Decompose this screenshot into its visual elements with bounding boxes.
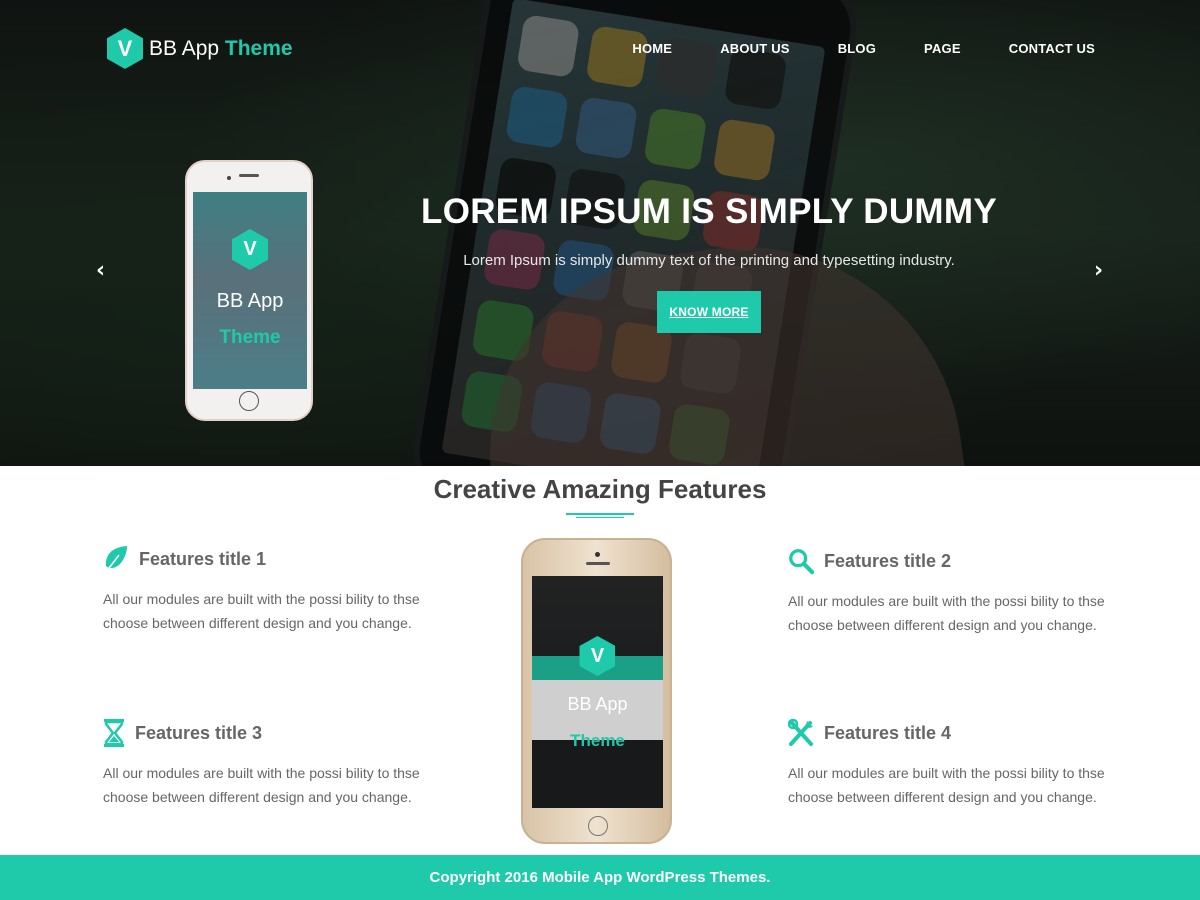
title-underline	[566, 513, 634, 515]
logo-text: BB App Theme	[149, 37, 293, 61]
chevron-right-icon[interactable]: ›	[1094, 258, 1103, 283]
hero-section: V BB App Theme HOME ABOUT US BLOG PAGE C…	[0, 0, 1200, 466]
logo-letter: V	[117, 35, 133, 61]
feature-description: All our modules are built with the possi…	[103, 591, 420, 631]
phone-camera	[595, 552, 600, 557]
phone-logo-letter: V	[243, 238, 257, 260]
features-section-title: Creative Amazing Features	[433, 474, 767, 504]
nav-home[interactable]: HOME	[632, 41, 672, 56]
phone-app-name: BB App	[567, 694, 628, 714]
phone-speaker	[239, 174, 259, 177]
feature-item-1: Features title 1 All our modules are bui…	[103, 544, 423, 635]
nav-contact-us[interactable]: CONTACT US	[1009, 41, 1095, 56]
footer: Copyright 2016 Mobile App WordPress Them…	[0, 855, 1200, 900]
chevron-left-icon[interactable]: ‹	[96, 258, 105, 283]
feature-item-3: Features title 3 All our modules are bui…	[103, 718, 423, 809]
hero-phone-screen: V BB App Theme	[193, 192, 307, 389]
features-phone-screen: V BB App Theme	[532, 576, 663, 808]
know-more-button[interactable]: KNOW MORE	[657, 291, 761, 333]
phone-home-button	[239, 391, 259, 411]
footer-copyright: Copyright 2016 Mobile App WordPress Them…	[429, 869, 771, 886]
hexagon-logo-icon: V	[579, 636, 616, 676]
features-phone-mockup: V BB App Theme	[521, 538, 672, 844]
phone-logo-letter: V	[590, 644, 605, 667]
phone-speaker	[586, 562, 610, 565]
main-nav: HOME ABOUT US BLOG PAGE CONTACT US	[584, 41, 1095, 56]
feature-title: Features title 3	[135, 722, 263, 743]
nav-about-us[interactable]: ABOUT US	[720, 41, 790, 56]
nav-blog[interactable]: BLOG	[838, 41, 876, 56]
logo-name: BB App	[149, 36, 220, 60]
phone-app-name: BB App	[216, 290, 284, 312]
feature-description: All our modules are built with the possi…	[788, 593, 1105, 633]
search-icon	[789, 549, 814, 575]
hero-content: LOREM IPSUM IS SIMPLY DUMMY Lorem Ipsum …	[400, 192, 1018, 333]
feature-item-2: Features title 2 All our modules are bui…	[788, 546, 1108, 637]
hexagon-logo-icon: V	[232, 229, 268, 270]
leaf-icon	[105, 546, 127, 573]
hero-phone-mockup: V BB App Theme	[185, 160, 313, 421]
phone-app-accent: Theme	[219, 327, 281, 348]
feature-item-4: Features title 4 All our modules are bui…	[788, 718, 1108, 809]
title-underline-secondary	[576, 517, 624, 518]
nav-page[interactable]: PAGE	[924, 41, 961, 56]
logo-accent: Theme	[224, 36, 293, 60]
phone-camera	[227, 176, 231, 180]
phone-home-button	[588, 816, 608, 836]
feature-description: All our modules are built with the possi…	[103, 765, 420, 805]
hero-subtitle: Lorem Ipsum is simply dummy text of the …	[463, 252, 955, 269]
phone-app-accent: Theme	[570, 731, 625, 750]
hourglass-icon	[104, 719, 124, 747]
feature-title: Features title 4	[824, 722, 952, 743]
hero-title: LOREM IPSUM IS SIMPLY DUMMY	[421, 192, 997, 231]
tools-icon	[788, 718, 813, 746]
feature-title: Features title 1	[139, 548, 267, 569]
logo-hexagon-icon: V	[107, 28, 143, 69]
site-logo[interactable]: V BB App Theme	[107, 28, 293, 69]
feature-title: Features title 2	[824, 550, 952, 571]
feature-description: All our modules are built with the possi…	[788, 765, 1105, 805]
